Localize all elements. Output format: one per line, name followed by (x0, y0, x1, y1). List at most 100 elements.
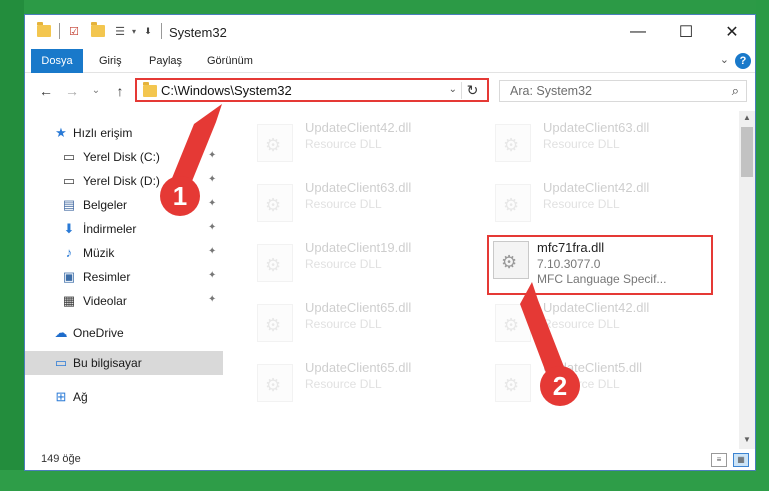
file-item[interactable]: UpdateClient63.dll Resource DLL (247, 177, 483, 227)
drive-icon: ▭ (62, 173, 76, 188)
file-item[interactable]: UpdateClient42.dll Resource DLL (485, 177, 721, 227)
sidebar-item-quick-access[interactable]: ★ Hızlı erişim (25, 121, 223, 145)
pin-icon[interactable]: ✦ (208, 246, 216, 257)
pin-icon[interactable]: ✦ (208, 174, 216, 185)
file-description: Resource DLL (543, 137, 620, 151)
computer-icon: ▭ (54, 355, 68, 370)
sidebar-item-music[interactable]: ♪ Müzik ✦ (25, 241, 223, 265)
desktop-background-left (0, 0, 24, 491)
back-button[interactable]: ← (37, 81, 55, 101)
desktop-background-bottom (0, 470, 769, 491)
window-title: System32 (169, 25, 227, 40)
file-item[interactable]: UpdateClient63.dll Resource DLL (485, 117, 721, 167)
sidebar-item-label: OneDrive (73, 326, 124, 340)
sidebar-item-label: Hızlı erişim (73, 126, 133, 140)
file-version: 7.10.3077.0 (537, 257, 601, 271)
folder-icon (37, 22, 51, 38)
file-description: Resource DLL (305, 257, 382, 271)
chevron-down-icon[interactable]: ▾ (127, 24, 141, 38)
tab-view[interactable]: Görünüm (199, 49, 261, 73)
file-item[interactable]: UpdateClient65.dll Resource DLL (247, 297, 483, 347)
sidebar-item-videos[interactable]: ▦ Videolar ✦ (25, 289, 223, 313)
file-item[interactable]: UpdateClient65.dll Resource DLL (247, 357, 483, 407)
pin-icon[interactable]: ✦ (208, 222, 216, 233)
drive-icon: ▭ (62, 149, 76, 164)
status-bar: 149 öğe ≡ ▦ (25, 449, 755, 470)
navigation-bar: ← → ⌄ ↑ C:\Windows\System32 ⌄ ↻ Ara: Sys… (25, 75, 755, 107)
address-bar[interactable]: C:\Windows\System32 ⌄ ↻ (135, 78, 489, 102)
dll-file-icon (495, 124, 531, 162)
scroll-thumb[interactable] (741, 127, 753, 177)
videos-icon: ▦ (62, 293, 76, 308)
dropdown-icon[interactable]: ⬇ (141, 24, 155, 38)
dll-file-icon (257, 124, 293, 162)
file-list: UpdateClient42.dll Resource DLL UpdateCl… (233, 111, 739, 449)
music-icon: ♪ (65, 245, 73, 260)
cloud-icon: ☁ (54, 325, 68, 340)
file-description: Resource DLL (543, 317, 620, 331)
sidebar-item-label: Ağ (73, 390, 88, 404)
tab-share[interactable]: Paylaş (141, 49, 190, 73)
pictures-icon: ▣ (62, 269, 76, 284)
sidebar-item-downloads[interactable]: ⬇ İndirmeler ✦ (25, 217, 223, 241)
details-view-icon[interactable]: ≡ (711, 453, 727, 467)
sidebar-item-onedrive[interactable]: ☁ OneDrive (25, 321, 223, 345)
navigation-pane: ★ Hızlı erişim ▭ Yerel Disk (C:) ✦ ▭ Yer… (25, 111, 225, 441)
dll-file-icon (257, 304, 293, 342)
documents-icon: ▤ (62, 197, 76, 212)
dll-file-icon (257, 364, 293, 402)
sidebar-item-pictures[interactable]: ▣ Resimler ✦ (25, 265, 223, 289)
close-button[interactable]: ✕ (709, 15, 755, 49)
help-icon[interactable]: ? (735, 53, 751, 69)
search-icon[interactable]: ⌕ (732, 83, 739, 99)
chevron-down-icon[interactable]: ⌄ (449, 84, 457, 95)
divider (161, 23, 162, 39)
pin-icon[interactable]: ✦ (208, 294, 216, 305)
address-path[interactable]: C:\Windows\System32 (161, 83, 292, 98)
highlighted-file-item[interactable]: mfc71fra.dll 7.10.3077.0 MFC Language Sp… (487, 235, 713, 295)
file-name: UpdateClient65.dll (305, 360, 412, 375)
recent-locations-button[interactable]: ⌄ (87, 81, 105, 101)
sidebar-item-this-pc[interactable]: ▭ Bu bilgisayar (25, 351, 223, 375)
minimize-button[interactable]: — (615, 15, 661, 49)
file-description: Resource DLL (305, 317, 382, 331)
explorer-window: ☑ ☰ ▾ ⬇ System32 — ☐ ✕ Dosya Giriş Payla… (24, 14, 756, 471)
sidebar-item-label: Müzik (83, 246, 115, 260)
file-item[interactable]: UpdateClient5.dll Resource DLL (485, 357, 721, 407)
star-icon: ★ (55, 125, 67, 140)
scroll-up-icon[interactable]: ▲ (739, 111, 755, 125)
maximize-button[interactable]: ☐ (663, 15, 709, 49)
dll-file-icon (495, 304, 531, 342)
dll-file-icon (257, 184, 293, 222)
tab-file[interactable]: Dosya (31, 49, 83, 73)
file-name: UpdateClient63.dll (543, 120, 650, 135)
sidebar-item-local-disk-c[interactable]: ▭ Yerel Disk (C:) ✦ (25, 145, 223, 169)
forward-button[interactable]: → (63, 81, 81, 101)
step-2-badge: 2 (540, 366, 580, 406)
item-count: 149 öğe (41, 453, 81, 465)
refresh-button[interactable]: ↻ (461, 82, 483, 99)
new-folder-icon[interactable] (91, 22, 105, 38)
file-description: Resource DLL (543, 197, 620, 211)
file-description: Resource DLL (305, 137, 382, 151)
vertical-scrollbar[interactable]: ▲ ▼ (739, 111, 755, 449)
divider (59, 23, 60, 39)
pin-icon[interactable]: ✦ (208, 150, 216, 161)
sidebar-item-label: Yerel Disk (C:) (83, 150, 160, 164)
up-button[interactable]: ↑ (111, 81, 129, 101)
properties-icon[interactable]: ☑ (67, 24, 81, 38)
sidebar-item-network[interactable]: ⊞ Ağ (25, 385, 223, 409)
file-item[interactable]: UpdateClient19.dll Resource DLL (247, 237, 483, 287)
dll-file-icon (495, 364, 531, 402)
customize-toolbar-icon[interactable]: ☰ (113, 24, 127, 38)
tab-home[interactable]: Giriş (91, 49, 130, 73)
file-item[interactable]: UpdateClient42.dll Resource DLL (485, 297, 721, 347)
ribbon-expand-icon[interactable]: ⌄ (720, 53, 729, 66)
tiles-view-icon[interactable]: ▦ (733, 453, 749, 467)
pin-icon[interactable]: ✦ (208, 198, 216, 209)
scroll-down-icon[interactable]: ▼ (739, 433, 755, 447)
file-item[interactable]: UpdateClient42.dll Resource DLL (247, 117, 483, 167)
sidebar-item-label: Yerel Disk (D:) (83, 174, 160, 188)
search-input[interactable]: Ara: System32 ⌕ (499, 80, 747, 102)
pin-icon[interactable]: ✦ (208, 270, 216, 281)
